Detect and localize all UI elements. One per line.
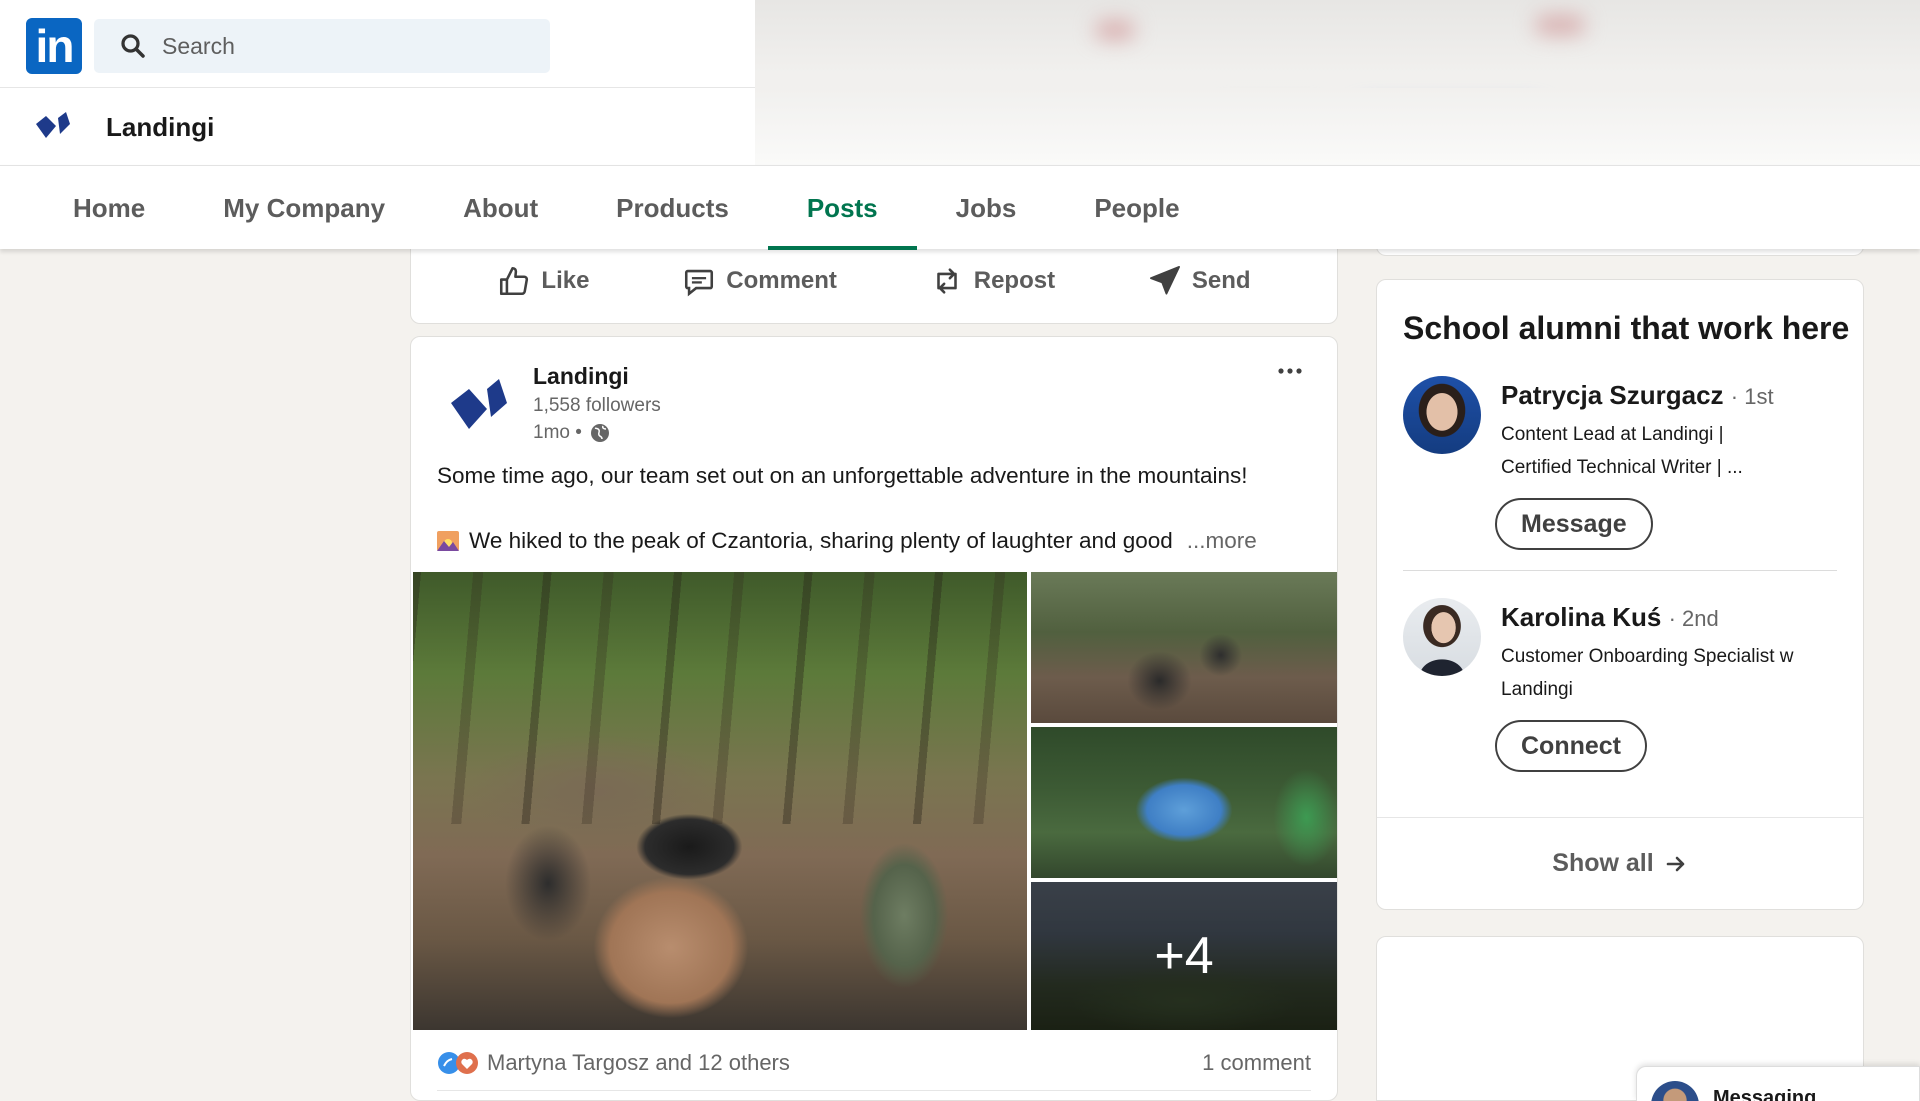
linkedin-logo[interactable]: in: [26, 18, 82, 74]
connect-button[interactable]: Connect: [1495, 720, 1647, 772]
tab-jobs[interactable]: Jobs: [917, 166, 1056, 250]
arrow-right-icon: [1666, 856, 1685, 871]
tab-home[interactable]: Home: [34, 166, 184, 250]
more-options-icon[interactable]: [1273, 361, 1307, 381]
tab-my-company[interactable]: My Company: [184, 166, 424, 250]
repost-label: Repost: [973, 267, 1056, 294]
reactions-text: Martyna Targosz and 12 others: [487, 1050, 790, 1075]
show-all-button[interactable]: Show all: [1552, 849, 1687, 878]
post-time: 1mo •: [533, 422, 582, 443]
messaging-overlay[interactable]: Messaging: [1636, 1066, 1920, 1101]
global-nav: in: [0, 0, 755, 88]
tab-people[interactable]: People: [1055, 166, 1218, 250]
post-card: Landingi 1,558 followers 1mo • Some time…: [410, 336, 1338, 1101]
company-name[interactable]: Landingi: [106, 112, 214, 143]
post-text-line2: We hiked to the peak of Czantoria, shari…: [437, 528, 1257, 554]
post-author[interactable]: Landingi: [533, 363, 629, 390]
see-more-link[interactable]: ...more: [1187, 528, 1257, 554]
thumbs-up-icon: [500, 266, 529, 296]
divider: [1403, 570, 1837, 571]
tab-about[interactable]: About: [424, 166, 577, 250]
post-photo-3[interactable]: [1031, 727, 1337, 878]
person-headline: Customer Onboarding Specialist w Landing…: [1501, 646, 1794, 700]
avatar[interactable]: [1403, 598, 1481, 676]
person-name[interactable]: Patrycja Szurgacz · 1st: [1501, 380, 1774, 411]
reactions-summary[interactable]: Martyna Targosz and 12 others: [437, 1050, 790, 1076]
tab-products[interactable]: Products: [577, 166, 768, 250]
love-reaction-icon: [456, 1052, 478, 1074]
repost-button[interactable]: Repost: [930, 264, 1055, 298]
avatar: [1651, 1081, 1699, 1101]
repost-icon: [936, 268, 957, 294]
post-text-line2-content: We hiked to the peak of Czantoria, shari…: [469, 528, 1173, 553]
send-button[interactable]: Send: [1148, 264, 1251, 298]
company-header: Landingi: [0, 88, 1920, 165]
connection-degree: · 1st: [1730, 384, 1774, 409]
comment-button[interactable]: Comment: [682, 264, 837, 298]
post-meta: 1mo •: [533, 421, 612, 445]
like-label: Like: [541, 267, 590, 294]
person-name[interactable]: Karolina Kuś · 2nd: [1501, 602, 1719, 633]
show-all-label: Show all: [1552, 849, 1654, 877]
comment-icon: [685, 269, 714, 297]
message-button[interactable]: Message: [1495, 498, 1653, 550]
landingi-logo[interactable]: [447, 377, 513, 435]
send-label: Send: [1191, 267, 1251, 294]
avatar[interactable]: [1403, 376, 1481, 454]
post-photo-main[interactable]: [413, 572, 1027, 1030]
search-input[interactable]: [162, 32, 522, 60]
search-bar[interactable]: [94, 19, 550, 73]
person-headline: Content Lead at Landingi | Certified Tec…: [1501, 424, 1743, 478]
comments-count[interactable]: 1 comment: [1202, 1050, 1311, 1076]
messaging-label: Messaging: [1713, 1087, 1817, 1101]
like-button[interactable]: Like: [497, 264, 589, 298]
tab-posts[interactable]: Posts: [767, 166, 917, 250]
comment-label: Comment: [726, 267, 837, 294]
send-icon: [1149, 265, 1180, 295]
connection-degree: · 2nd: [1668, 606, 1719, 631]
divider: [437, 1090, 1311, 1091]
alumni-card: School alumni that work here Patrycja Sz…: [1376, 279, 1864, 910]
post-photo-2[interactable]: [1031, 572, 1337, 723]
more-photos-count[interactable]: +4: [1031, 882, 1337, 1030]
company-tabs: Home My Company About Products Posts Job…: [0, 165, 1920, 250]
post-photo-4[interactable]: +4: [1031, 882, 1337, 1030]
alumni-title: School alumni that work here: [1403, 310, 1850, 346]
previous-post-actions: Like Comment Repost Send: [410, 238, 1338, 324]
post-followers: 1,558 followers: [533, 395, 661, 416]
landingi-logo[interactable]: [34, 112, 74, 142]
globe-icon: [590, 424, 609, 442]
sunrise-emoji-icon: [437, 531, 459, 551]
search-icon: [121, 34, 145, 58]
post-text-line1: Some time ago, our team set out on an un…: [437, 463, 1248, 488]
